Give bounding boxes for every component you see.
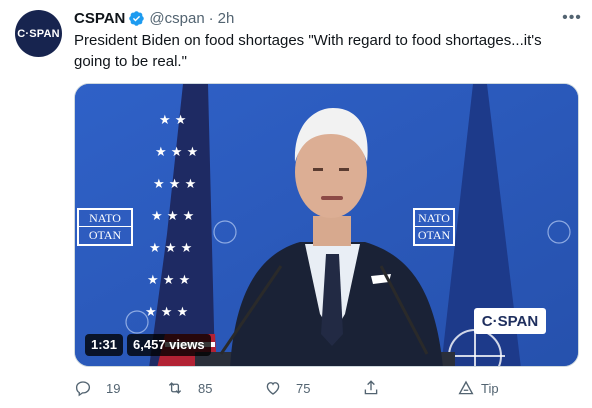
svg-text:★ ★ ★: ★ ★ ★ <box>147 273 190 288</box>
video-views: 6,457 views <box>127 334 211 356</box>
reply-button[interactable]: 19 <box>74 378 120 398</box>
avatar-text: C·SPAN <box>17 27 60 40</box>
svg-text:★ ★ ★: ★ ★ ★ <box>155 145 198 160</box>
separator: · <box>208 9 214 27</box>
author-handle[interactable]: @cspan <box>149 10 204 27</box>
action-bar: 19 85 75 Tip <box>74 378 574 398</box>
svg-text:★ ★ ★: ★ ★ ★ <box>149 241 192 256</box>
tip-button[interactable]: Tip <box>457 378 499 398</box>
tip-icon <box>458 380 474 395</box>
video-player[interactable]: ★ ★ ★ ★ ★ ★ ★ ★ ★ ★ ★ ★ ★ ★ ★ ★ ★ ★ ★ ★ <box>74 83 579 367</box>
author-name[interactable]: CSPAN <box>74 10 125 27</box>
tweet[interactable]: C·SPAN CSPAN @cspan · 2h ••• President B… <box>0 0 592 408</box>
timestamp[interactable]: 2h <box>218 10 235 27</box>
more-icon[interactable]: ••• <box>562 8 582 28</box>
svg-text:★ ★: ★ ★ <box>159 113 186 128</box>
like-button[interactable]: 75 <box>264 378 310 398</box>
share-icon <box>364 380 378 395</box>
svg-text:★ ★ ★: ★ ★ ★ <box>151 209 194 224</box>
otan-text: OTAN <box>79 226 131 243</box>
tweet-text: President Biden on food shortages "With … <box>74 32 542 70</box>
cspan-logo: C·SPAN <box>474 308 546 334</box>
like-count: 75 <box>296 380 311 396</box>
verified-badge-icon <box>129 10 145 26</box>
retweet-icon <box>168 382 182 394</box>
retweet-count: 85 <box>198 380 213 396</box>
video-duration: 1:31 <box>85 334 124 356</box>
otan-text: OTAN <box>415 226 453 243</box>
svg-text:★ ★ ★: ★ ★ ★ <box>145 305 188 320</box>
video-info-overlay: 1:31 6,457 views <box>85 334 211 356</box>
like-icon <box>266 382 280 395</box>
retweet-button[interactable]: 85 <box>166 378 212 398</box>
nato-text: NATO <box>418 211 450 225</box>
reply-icon <box>75 381 91 397</box>
tweet-header: CSPAN @cspan · 2h <box>74 8 234 28</box>
reply-count: 19 <box>106 380 121 396</box>
nato-sign-center: NATO OTAN <box>413 208 455 246</box>
nato-text: NATO <box>89 211 121 225</box>
share-button[interactable] <box>362 378 394 398</box>
avatar[interactable]: C·SPAN <box>15 10 62 57</box>
tip-label: Tip <box>481 380 499 396</box>
nato-sign-left: NATO OTAN <box>77 208 133 246</box>
svg-text:★ ★ ★: ★ ★ ★ <box>153 177 196 192</box>
